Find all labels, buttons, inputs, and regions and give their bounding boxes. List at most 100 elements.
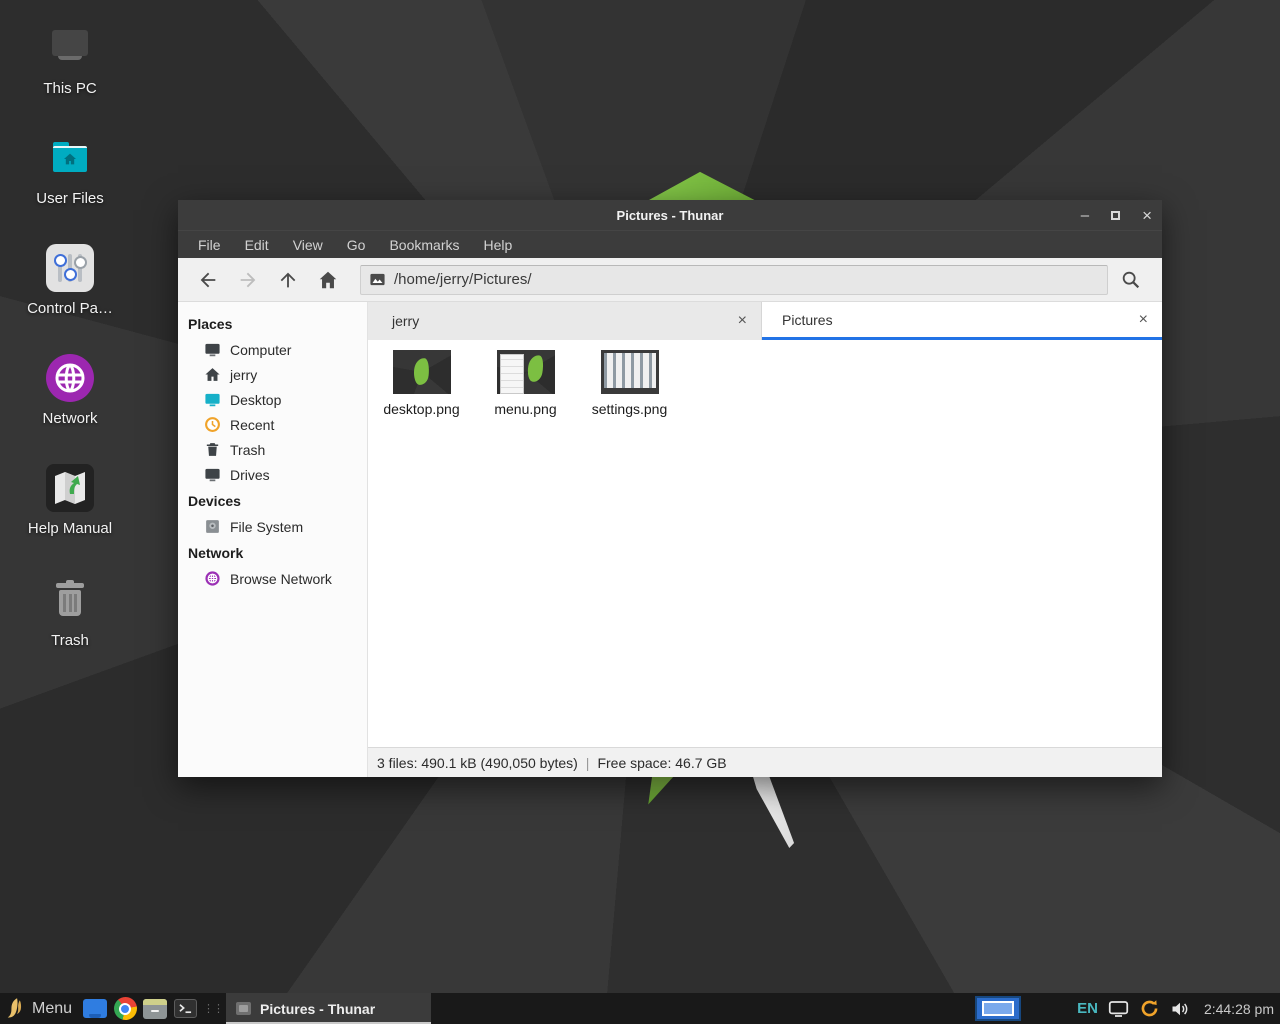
computer-icon — [46, 24, 94, 72]
status-free-space: Free space: 46.7 GB — [597, 755, 726, 771]
blue-window-icon — [83, 999, 107, 1018]
desktop-icon-label: User Files — [18, 190, 122, 207]
sidebar-item-computer[interactable]: Computer — [178, 337, 367, 362]
sliders-icon — [46, 244, 94, 292]
path-bar[interactable]: /home/jerry/Pictures/ — [360, 265, 1108, 295]
file-list-view[interactable]: desktop.png menu.png settings.png — [368, 340, 1162, 747]
keyboard-layout-indicator[interactable]: EN — [1077, 1000, 1098, 1017]
launcher-terminal[interactable] — [170, 993, 200, 1024]
desktop-monitor-icon — [204, 391, 221, 408]
sidebar-item-label: Desktop — [230, 392, 281, 408]
sidebar-item-drives[interactable]: Drives — [178, 462, 367, 487]
window-titlebar[interactable]: Pictures - Thunar – × — [178, 200, 1162, 230]
menu-file[interactable]: File — [188, 233, 231, 257]
status-separator: | — [586, 755, 590, 771]
tab-label: jerry — [392, 313, 419, 329]
tab-jerry[interactable]: jerry × — [368, 302, 762, 340]
up-button[interactable] — [270, 264, 306, 296]
desktop-icon-help-manual[interactable]: Help Manual — [18, 464, 122, 537]
active-workspace[interactable] — [982, 1001, 1014, 1016]
launcher-chrome[interactable] — [110, 993, 140, 1024]
menu-edit[interactable]: Edit — [235, 233, 279, 257]
hard-drive-icon — [204, 518, 221, 535]
globe-icon — [46, 354, 94, 402]
desktop-icon-trash[interactable]: Trash — [18, 576, 122, 649]
launcher-file-manager[interactable] — [140, 993, 170, 1024]
wallpaper-white-quill — [748, 776, 796, 848]
minimize-button[interactable]: – — [1081, 208, 1089, 223]
close-button[interactable]: × — [1142, 207, 1152, 224]
update-manager-icon[interactable] — [1139, 998, 1160, 1019]
sidebar-item-trash[interactable]: Trash — [178, 437, 367, 462]
window-thumbnail-icon — [236, 1002, 251, 1015]
status-files-text: 3 files: 490.1 kB (490,050 bytes) — [377, 755, 578, 771]
sidebar-item-label: Recent — [230, 417, 274, 433]
file-cabinet-icon — [143, 999, 167, 1019]
taskbar-window-button[interactable]: Pictures - Thunar — [226, 993, 431, 1024]
sidebar-item-label: jerry — [230, 367, 257, 383]
display-tray-icon[interactable] — [1108, 1000, 1129, 1018]
start-menu-label: Menu — [32, 1000, 72, 1018]
menu-bar: File Edit View Go Bookmarks Help — [178, 230, 1162, 258]
monitor-icon — [204, 341, 221, 358]
drives-icon — [204, 466, 221, 483]
sidebar-item-label: Browse Network — [230, 571, 332, 587]
sidebar-item-recent[interactable]: Recent — [178, 412, 367, 437]
sidebar-item-file-system[interactable]: File System — [178, 514, 367, 539]
back-button[interactable] — [190, 264, 226, 296]
menu-view[interactable]: View — [283, 233, 333, 257]
image-thumbnail — [393, 350, 451, 394]
sidebar-header-places: Places — [178, 310, 367, 337]
image-thumbnail — [601, 350, 659, 394]
desktop-icon-label: Network — [18, 410, 122, 427]
sidebar-header-devices: Devices — [178, 487, 367, 514]
sidebar-item-browse-network[interactable]: Browse Network — [178, 566, 367, 591]
home-button[interactable] — [310, 264, 346, 296]
tab-bar: jerry × Pictures × — [368, 302, 1162, 340]
clock[interactable]: 2:44:28 pm — [1200, 1001, 1274, 1017]
desktop-icon-user-files[interactable]: User Files — [18, 134, 122, 207]
taskbar-window-label: Pictures - Thunar — [260, 1001, 375, 1017]
maximize-button[interactable] — [1111, 208, 1120, 223]
forward-button[interactable] — [230, 264, 266, 296]
trash-icon — [46, 576, 94, 624]
file-menu-png[interactable]: menu.png — [478, 350, 573, 417]
sidebar-item-home[interactable]: jerry — [178, 362, 367, 387]
desktop-icon-control-panel[interactable]: Control Pa… — [18, 244, 122, 317]
launcher-show-desktop[interactable] — [80, 993, 110, 1024]
image-thumbnail — [497, 350, 555, 394]
start-menu-button[interactable]: Menu — [0, 993, 80, 1024]
sidebar-item-label: Computer — [230, 342, 291, 358]
desktop-icon-label: This PC — [18, 80, 122, 97]
tab-close-icon[interactable]: × — [1139, 312, 1148, 328]
network-globe-icon — [204, 570, 221, 587]
file-name: desktop.png — [383, 401, 459, 417]
menu-bookmarks[interactable]: Bookmarks — [379, 233, 469, 257]
sidebar-header-network: Network — [178, 539, 367, 566]
desktop-icon-network[interactable]: Network — [18, 354, 122, 427]
tab-close-icon[interactable]: × — [738, 313, 747, 329]
thunar-window: Pictures - Thunar – × File Edit View Go … — [178, 200, 1162, 777]
sidebar-item-desktop[interactable]: Desktop — [178, 387, 367, 412]
volume-icon[interactable] — [1170, 999, 1190, 1019]
search-button[interactable] — [1112, 263, 1150, 297]
desktop-icon-label: Help Manual — [18, 520, 122, 537]
menu-go[interactable]: Go — [337, 233, 376, 257]
sidebar-item-label: Trash — [230, 442, 265, 458]
chrome-icon — [114, 997, 137, 1020]
file-desktop-png[interactable]: desktop.png — [374, 350, 469, 417]
desktop-icon-label: Control Pa… — [18, 300, 122, 317]
home-icon — [204, 366, 221, 383]
tab-pictures[interactable]: Pictures × — [762, 302, 1162, 340]
file-settings-png[interactable]: settings.png — [582, 350, 677, 417]
menu-help[interactable]: Help — [474, 233, 523, 257]
manual-map-icon — [46, 464, 94, 512]
sidebar-item-label: File System — [230, 519, 303, 535]
status-bar: 3 files: 490.1 kB (490,050 bytes) | Free… — [368, 747, 1162, 777]
panel-grip-handle[interactable]: ⋮⋮ — [200, 1002, 226, 1015]
wallpaper-green-sliver — [646, 776, 674, 806]
clock-icon — [204, 416, 221, 433]
window-title: Pictures - Thunar — [178, 208, 1162, 223]
workspace-switcher[interactable] — [975, 996, 1021, 1021]
desktop-icon-this-pc[interactable]: This PC — [18, 24, 122, 97]
